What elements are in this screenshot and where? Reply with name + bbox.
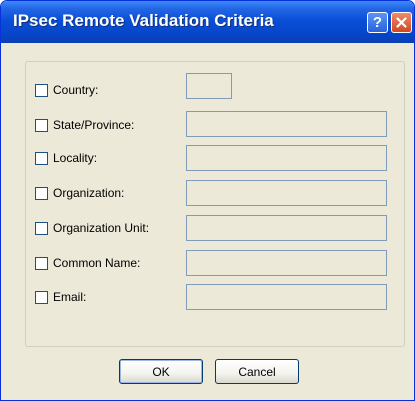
organization-checkbox[interactable] — [35, 187, 48, 200]
locality-checkbox[interactable] — [35, 152, 48, 165]
country-checkbox[interactable] — [35, 84, 48, 97]
cancel-button[interactable]: Cancel — [215, 359, 299, 384]
country-input[interactable] — [186, 73, 232, 99]
organization-input[interactable] — [186, 180, 387, 206]
common-name-checkbox[interactable] — [35, 257, 48, 270]
window-title: IPsec Remote Validation Criteria — [13, 11, 274, 30]
close-button[interactable] — [391, 12, 412, 33]
organization-label: Organization: — [53, 186, 125, 200]
email-checkbox[interactable] — [35, 291, 48, 304]
state-province-checkbox[interactable] — [35, 119, 48, 132]
state-province-input[interactable] — [186, 111, 387, 137]
email-input[interactable] — [186, 284, 387, 310]
organization-unit-label: Organization Unit: — [53, 221, 150, 235]
close-icon — [396, 17, 407, 28]
dialog-body: Country: State/Province: Locality: Organ… — [4, 43, 411, 397]
common-name-label: Common Name: — [53, 256, 141, 270]
locality-label: Locality: — [53, 151, 98, 165]
dialog-window: IPsec Remote Validation Criteria ? Count… — [0, 0, 415, 401]
ok-button[interactable]: OK — [119, 359, 203, 384]
common-name-input[interactable] — [186, 250, 387, 276]
country-label: Country: — [53, 83, 99, 97]
organization-unit-checkbox[interactable] — [35, 222, 48, 235]
title-bar[interactable]: IPsec Remote Validation Criteria ? — [1, 1, 414, 43]
state-province-label: State/Province: — [53, 118, 135, 132]
email-label: Email: — [53, 290, 87, 304]
organization-unit-input[interactable] — [186, 215, 387, 241]
help-button[interactable]: ? — [367, 12, 388, 33]
locality-input[interactable] — [186, 145, 387, 171]
help-icon: ? — [372, 14, 383, 31]
